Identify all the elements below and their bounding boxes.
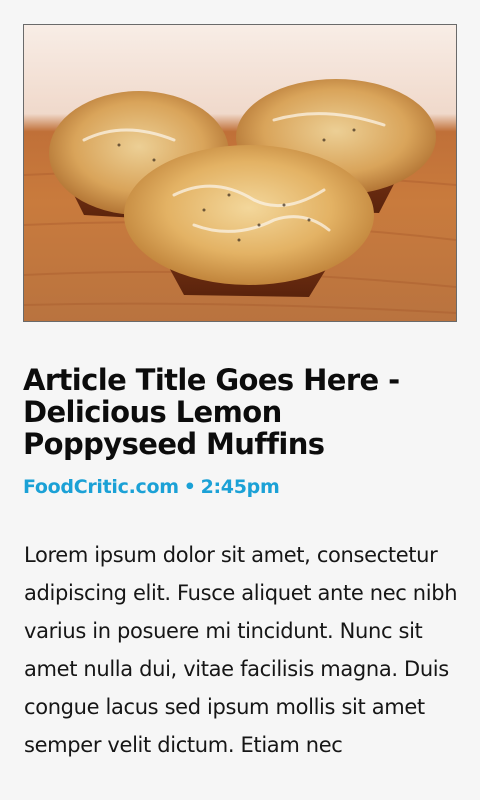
article-time: 2:45pm (200, 476, 280, 498)
article-body: Lorem ipsum dolor sit amet, consectetur … (24, 543, 458, 757)
meta-separator: • (183, 476, 196, 498)
article-hero-image[interactable] (23, 24, 457, 322)
article-source-link[interactable]: FoodCritic.com (23, 476, 179, 498)
muffins-photo (24, 25, 456, 321)
article-meta: FoodCritic.com • 2:45pm (23, 474, 280, 500)
article-title: Article Title Goes Here - Delicious Lemo… (23, 363, 400, 461)
